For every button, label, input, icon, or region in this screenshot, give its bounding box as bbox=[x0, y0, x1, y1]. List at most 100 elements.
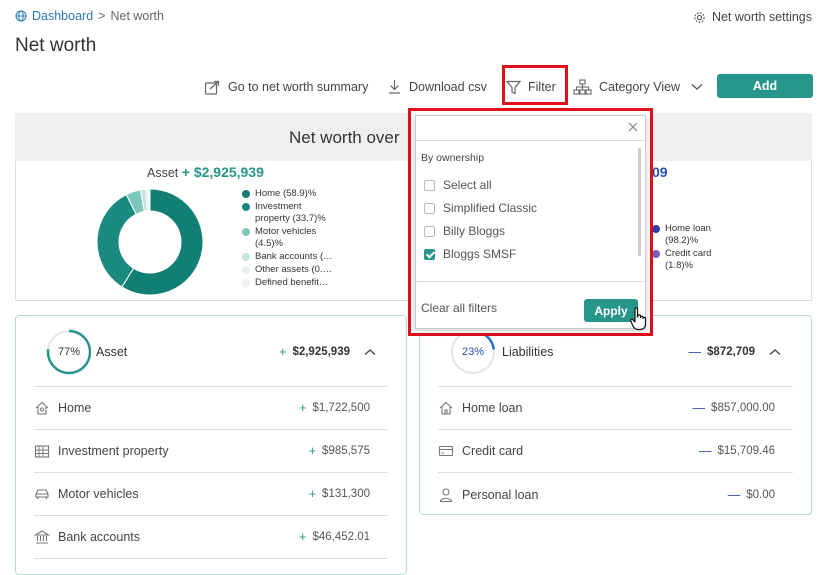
breadcrumb-current: Net worth bbox=[110, 9, 164, 23]
hand-cursor-icon bbox=[630, 307, 647, 331]
add-button[interactable]: Add bbox=[717, 74, 813, 98]
asset-legend-swatch bbox=[242, 203, 250, 211]
net-worth-settings-link[interactable]: Net worth settings bbox=[693, 10, 812, 24]
download-csv-label: Download csv bbox=[409, 80, 487, 94]
liabilities-title: Liabilities bbox=[502, 345, 554, 359]
close-icon[interactable] bbox=[628, 122, 638, 132]
liability-total-value: 09 bbox=[652, 164, 668, 180]
filter-dropdown-highlight: By ownership Select all Simplified Class… bbox=[408, 108, 653, 336]
asset-legend-swatch bbox=[242, 266, 250, 274]
person-icon bbox=[439, 487, 453, 502]
liability-row-value: $0.00 bbox=[746, 488, 775, 501]
go-to-summary-label: Go to net worth summary bbox=[228, 80, 369, 94]
ownership-section-title: By ownership bbox=[421, 152, 485, 164]
liability-legend-item: Credit card (1.8)% bbox=[652, 248, 742, 272]
liability-row-label: Home loan bbox=[462, 401, 523, 415]
asset-legend-label: Investment property (33.7)% bbox=[255, 201, 326, 224]
chevron-up-icon[interactable] bbox=[364, 348, 376, 356]
asset-row-sign: + bbox=[308, 487, 317, 501]
billy-bloggs-checkbox[interactable] bbox=[424, 225, 435, 237]
breadcrumb-dashboard-link[interactable]: Dashboard bbox=[32, 9, 93, 23]
asset-legend-item: Investment property (33.7)% bbox=[242, 201, 337, 225]
option-label: Select all bbox=[443, 178, 492, 192]
liability-legend-label: Home loan (98.2)% bbox=[665, 223, 711, 246]
export-icon bbox=[204, 80, 220, 95]
category-view-dropdown[interactable]: Category View bbox=[573, 78, 703, 96]
asset-legend-item: Defined benefit… bbox=[242, 277, 337, 289]
option-label: Simplified Classic bbox=[443, 201, 538, 215]
asset-legend-label: Other assets (0.… bbox=[255, 264, 333, 275]
liability-row-sign: — bbox=[692, 401, 706, 415]
asset-panel: 77% Asset + $2,925,939 Home + $1,722,500… bbox=[15, 315, 407, 575]
option-label: Billy Bloggs bbox=[443, 224, 506, 238]
home-icon bbox=[35, 401, 49, 415]
liability-row-label: Credit card bbox=[462, 444, 524, 458]
filter-button[interactable]: Filter bbox=[506, 78, 556, 96]
credit-card-icon bbox=[438, 445, 454, 457]
asset-total: $2,925,939 bbox=[292, 346, 350, 358]
breadcrumb: Dashboard > Net worth bbox=[15, 9, 164, 23]
liability-legend-label: Credit card (1.8)% bbox=[665, 248, 712, 271]
asset-row-investment-property[interactable]: Investment property + $985,575 bbox=[34, 430, 388, 473]
asset-row-motor-vehicles[interactable]: Motor vehicles + $131,300 bbox=[34, 473, 388, 516]
asset-percent: 77% bbox=[57, 346, 81, 358]
select-all-checkbox[interactable] bbox=[424, 179, 435, 191]
asset-summary-row[interactable]: 77% Asset + $2,925,939 bbox=[46, 329, 388, 375]
asset-row-label: Motor vehicles bbox=[58, 487, 139, 501]
asset-legend-item: Motor vehicles (4.5)% bbox=[242, 226, 337, 250]
asset-row-value: $131,300 bbox=[322, 488, 370, 500]
option-label: Bloggs SMSF bbox=[443, 247, 517, 261]
option-billy-bloggs[interactable]: Billy Bloggs bbox=[424, 224, 505, 238]
option-bloggs-smsf[interactable]: Bloggs SMSF bbox=[424, 247, 516, 261]
asset-row-label: Investment property bbox=[58, 444, 169, 458]
dropdown-scrollbar[interactable] bbox=[638, 148, 641, 256]
building-icon bbox=[34, 445, 50, 458]
overview-title: Net worth over bbox=[289, 128, 400, 147]
asset-row-label: Bank accounts bbox=[58, 530, 140, 544]
liability-row-personal-loan[interactable]: Personal loan — $0.00 bbox=[438, 473, 793, 516]
liabilities-panel: 23% Liabilities — $872,709 Home loan — $… bbox=[419, 315, 812, 515]
asset-donut-slice[interactable] bbox=[96, 193, 137, 288]
bank-icon bbox=[34, 530, 50, 544]
chevron-up-icon[interactable] bbox=[769, 348, 781, 356]
bloggs-smsf-checkbox[interactable] bbox=[424, 248, 435, 260]
asset-row-sign: + bbox=[299, 401, 307, 415]
option-simplified-classic[interactable]: Simplified Classic bbox=[424, 201, 537, 215]
filter-dropdown: By ownership Select all Simplified Class… bbox=[415, 115, 646, 329]
chevron-down-icon bbox=[691, 84, 703, 90]
asset-legend-swatch bbox=[242, 228, 250, 236]
asset-row-home[interactable]: Home + $1,722,500 bbox=[34, 387, 388, 430]
asset-row-sign: + bbox=[308, 444, 317, 458]
liability-row-sign: — bbox=[698, 444, 712, 458]
asset-legend-swatch bbox=[242, 279, 250, 287]
liability-row-credit-card[interactable]: Credit card — $15,709.46 bbox=[438, 430, 793, 473]
liabilities-percent: 23% bbox=[461, 346, 485, 358]
asset-legend: Home (58.9)% Investment property (33.7)% M… bbox=[242, 188, 337, 290]
clear-all-filters-link[interactable]: Clear all filters bbox=[421, 301, 497, 315]
download-icon bbox=[389, 80, 400, 94]
car-icon bbox=[35, 489, 49, 499]
liability-row-value: $857,000.00 bbox=[711, 402, 775, 414]
liability-row-value: $15,709.46 bbox=[717, 445, 775, 457]
simplified-classic-checkbox[interactable] bbox=[424, 202, 435, 214]
globe-icon bbox=[15, 10, 27, 22]
asset-legend-item: Bank accounts (… bbox=[242, 251, 337, 263]
asset-donut-chart bbox=[96, 188, 204, 296]
liabilities-summary-row[interactable]: 23% Liabilities — $872,709 bbox=[450, 329, 793, 375]
go-to-summary-button[interactable]: Go to net worth summary bbox=[204, 78, 368, 96]
liability-row-home-loan[interactable]: Home loan — $857,000.00 bbox=[438, 387, 793, 430]
asset-row-label: Home bbox=[58, 401, 92, 415]
asset-donut-slice[interactable] bbox=[147, 188, 151, 212]
asset-row-value: $1,722,500 bbox=[312, 402, 370, 414]
asset-row-sign: + bbox=[299, 530, 307, 544]
option-select-all[interactable]: Select all bbox=[424, 178, 492, 192]
gear-icon bbox=[694, 11, 705, 23]
download-csv-button[interactable]: Download csv bbox=[387, 78, 487, 96]
asset-legend-label: Defined benefit… bbox=[255, 277, 329, 288]
asset-legend-item: Other assets (0.… bbox=[242, 264, 337, 276]
asset-total-sign: + bbox=[279, 345, 287, 359]
breadcrumb-separator: > bbox=[98, 9, 106, 23]
asset-legend-swatch bbox=[242, 253, 250, 261]
asset-row-bank-accounts[interactable]: Bank accounts + $46,452.01 bbox=[34, 516, 388, 559]
filter-icon bbox=[506, 80, 521, 94]
